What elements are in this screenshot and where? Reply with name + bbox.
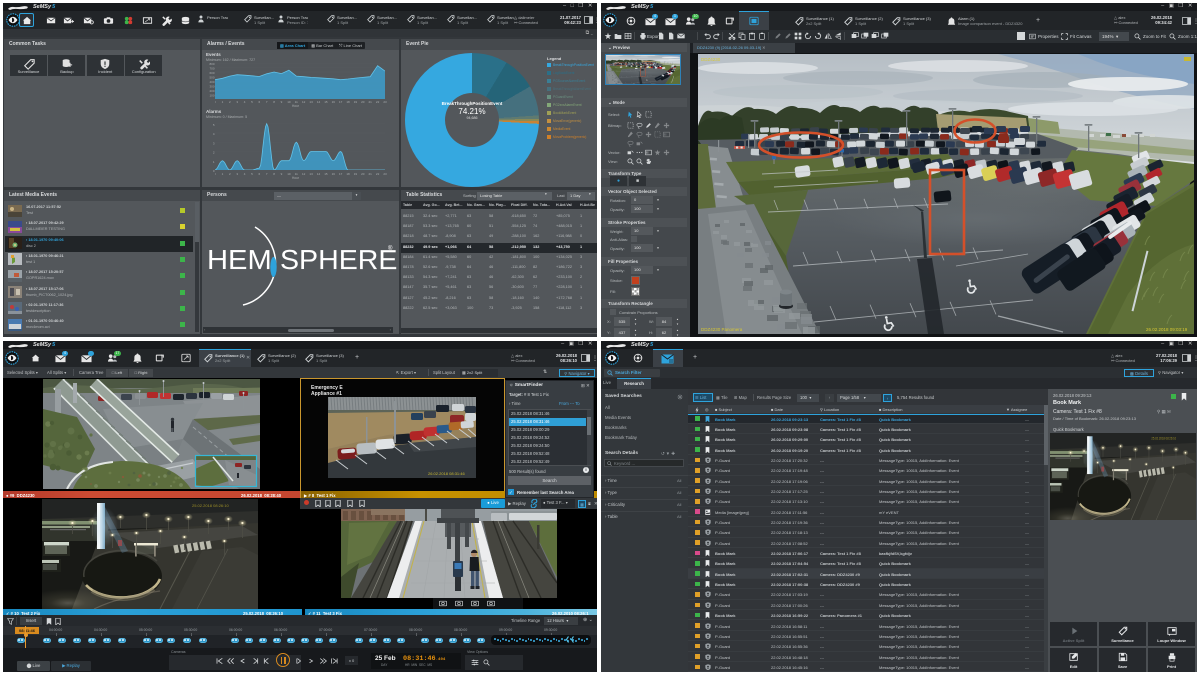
svg-text:3: 3 [236,172,238,176]
svg-text:12: 12 [302,172,306,176]
svg-text:23: 23 [383,100,387,104]
svg-text:18: 18 [346,172,350,176]
svg-text:17: 17 [339,172,343,176]
svg-text:6: 6 [258,100,260,104]
svg-text:8: 8 [273,172,275,176]
svg-text:0: 0 [215,100,216,104]
svg-text:DDZ4230: DDZ4230 [701,57,721,62]
svg-text:3: 3 [236,100,238,104]
svg-text:1: 1 [213,160,215,164]
svg-text:2: 2 [229,100,231,104]
svg-text:4: 4 [244,172,246,176]
svg-text:4: 4 [213,132,215,136]
svg-text:17: 17 [339,100,343,104]
svg-text:1: 1 [222,100,224,104]
svg-text:2: 2 [213,151,215,155]
svg-text:700: 700 [209,67,214,71]
svg-text:2: 2 [229,172,231,176]
svg-text:8: 8 [273,100,275,104]
svg-text:400: 400 [209,80,214,84]
svg-text:13: 13 [309,100,313,104]
svg-text:10: 10 [287,100,291,104]
svg-text:10: 10 [287,172,291,176]
svg-text:23: 23 [383,172,387,176]
svg-text:4: 4 [244,100,246,104]
svg-text:500: 500 [209,76,214,80]
svg-text:5: 5 [251,100,253,104]
svg-text:DDZ4230 Panomera: DDZ4230 Panomera [701,327,743,332]
svg-text:7: 7 [266,100,268,104]
svg-text:200: 200 [209,89,214,93]
svg-text:7: 7 [266,172,268,176]
svg-text:1: 1 [222,172,224,176]
svg-text:19: 19 [354,100,358,104]
svg-text:6: 6 [258,172,260,176]
svg-text:14: 14 [317,100,321,104]
svg-text:15: 15 [324,100,328,104]
svg-text:15: 15 [324,172,328,176]
svg-text:9: 9 [281,172,283,176]
svg-text:21: 21 [369,172,373,176]
svg-text:25.02.2018 08:26:10: 25.02.2018 08:26:10 [192,503,229,508]
svg-text:26.02.2018 08:31:46: 26.02.2018 08:31:46 [428,471,465,476]
svg-text:19: 19 [354,172,358,176]
svg-text:16: 16 [332,100,336,104]
svg-text:22: 22 [376,172,380,176]
svg-text:18: 18 [346,100,350,104]
svg-text:5: 5 [251,172,253,176]
svg-text:600: 600 [209,71,214,75]
svg-text:14: 14 [317,172,321,176]
svg-text:26.02.2018 09:03:19: 26.02.2018 09:03:19 [1146,327,1188,332]
svg-text:100: 100 [209,94,214,98]
svg-text:12: 12 [302,100,306,104]
svg-text:9: 9 [281,100,283,104]
svg-text:13: 13 [309,172,313,176]
svg-text:0: 0 [215,172,216,176]
svg-text:20: 20 [361,100,365,104]
svg-text:5: 5 [213,123,215,127]
svg-text:3: 3 [213,141,215,145]
svg-text:21: 21 [369,100,373,104]
svg-text:300: 300 [209,85,214,89]
svg-text:16: 16 [332,172,336,176]
svg-text:22: 22 [376,100,380,104]
svg-text:20: 20 [361,172,365,176]
svg-text:800: 800 [209,63,214,66]
